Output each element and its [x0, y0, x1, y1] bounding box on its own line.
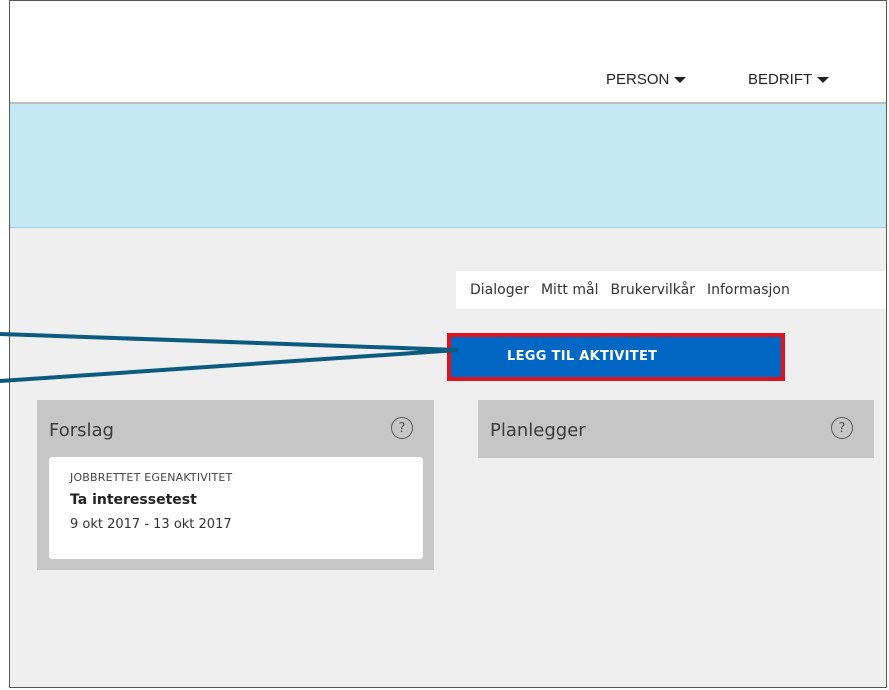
- annotation-arrow-lines: [0, 332, 459, 383]
- annotation-arrow-icon: [0, 332, 459, 383]
